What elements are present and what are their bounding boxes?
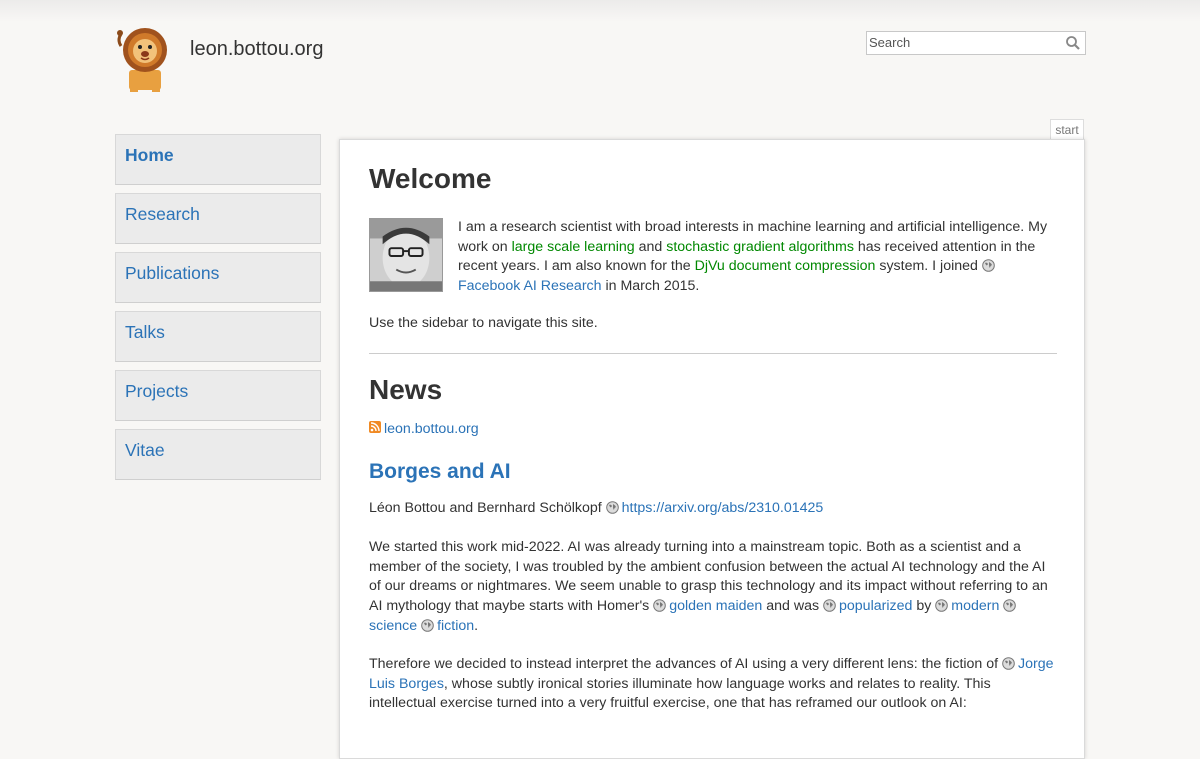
link-djvu[interactable]: DjVu document compression — [695, 258, 876, 274]
search-input[interactable] — [867, 32, 1059, 52]
sidebar-nav: Home Research Publications Talks Project… — [115, 134, 321, 488]
link-modern[interactable]: modern — [951, 598, 999, 614]
main-content: Welcome I am a research scientist with b… — [339, 139, 1085, 759]
link-large-scale-learning[interactable]: large scale learning — [512, 239, 635, 255]
p1-text-f: . — [474, 617, 479, 634]
author-photo — [369, 218, 443, 292]
rss-feed-label[interactable]: leon.bottou.org — [384, 421, 479, 437]
globe-icon — [1002, 657, 1015, 670]
page-id-tab[interactable]: start — [1050, 119, 1084, 140]
sidebar-item-projects[interactable]: Projects — [115, 370, 321, 421]
intro-section: I am a research scientist with broad int… — [369, 218, 1057, 296]
link-facebook-ai-research[interactable]: Facebook AI Research — [458, 278, 602, 294]
p1-text-c: by — [912, 598, 936, 615]
lion-logo-icon — [117, 28, 167, 92]
post-paragraph-1: We started this work mid-2022. AI was al… — [369, 538, 1057, 637]
sidebar-item-talks[interactable]: Talks — [115, 311, 321, 362]
site-logo[interactable] — [115, 26, 175, 94]
site-title[interactable]: leon.bottou.org — [190, 38, 323, 61]
sidebar-item-vitae[interactable]: Vitae — [115, 429, 321, 480]
sidebar-item-publications[interactable]: Publications — [115, 252, 321, 303]
link-popularized[interactable]: popularized — [839, 598, 912, 614]
post-paragraph-2: Therefore we decided to instead interpre… — [369, 655, 1057, 714]
globe-icon — [982, 259, 995, 272]
sidebar-hint: Use the sidebar to navigate this site. — [369, 315, 598, 331]
intro-text-5: in March 2015. — [601, 277, 700, 294]
link-fiction[interactable]: fiction — [437, 618, 474, 634]
link-arxiv[interactable]: https://arxiv.org/abs/2310.01425 — [622, 500, 824, 516]
top-shade — [0, 0, 1200, 22]
post-title[interactable]: Borges and AI — [369, 460, 511, 484]
globe-icon — [653, 599, 667, 612]
globe-icon — [605, 501, 619, 514]
intro-text-2: and — [634, 238, 667, 255]
p2-text-b: , whose subtly ironical stories illumina… — [369, 675, 991, 712]
sidebar-item-research[interactable]: Research — [115, 193, 321, 244]
globe-icon — [935, 599, 949, 612]
intro-text-4: system. I joined — [875, 258, 982, 274]
intro-paragraph: I am a research scientist with broad int… — [458, 218, 1057, 296]
globe-icon — [823, 599, 836, 612]
link-science[interactable]: science — [369, 618, 417, 634]
link-stochastic-gradient[interactable]: stochastic gradient algorithms — [666, 239, 854, 255]
magnifier-icon[interactable] — [1065, 35, 1081, 51]
globe-icon — [1003, 599, 1017, 612]
post-authors: Léon Bottou and Bernhard Schölkopf https… — [369, 499, 823, 519]
section-divider — [369, 353, 1057, 354]
link-golden-maiden[interactable]: golden maiden — [669, 598, 762, 614]
news-heading: News — [369, 374, 443, 405]
rss-icon — [369, 421, 381, 433]
authors-text: Léon Bottou and Bernhard Schölkopf — [369, 500, 606, 516]
p2-text-a: Therefore we decided to instead interpre… — [369, 656, 1003, 672]
globe-icon — [421, 619, 434, 632]
rss-feed-link[interactable]: leon.bottou.org — [369, 421, 479, 437]
welcome-heading: Welcome — [369, 163, 492, 194]
sidebar-item-home[interactable]: Home — [115, 134, 321, 185]
search-box — [866, 31, 1086, 55]
p1-text-b: and was — [762, 598, 824, 615]
